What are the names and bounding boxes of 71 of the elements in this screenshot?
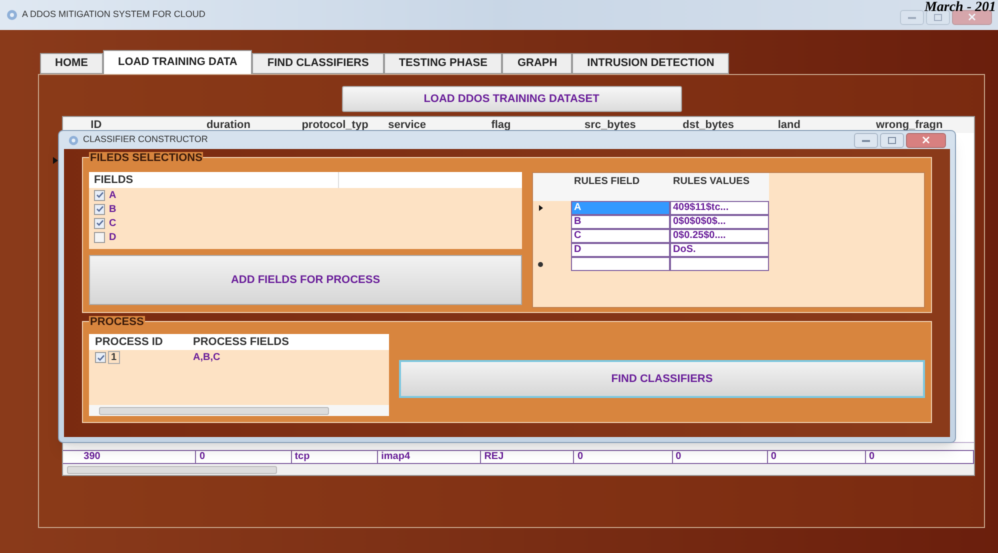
horizontal-scrollbar[interactable] xyxy=(63,464,974,475)
field-list-item[interactable]: B xyxy=(89,202,522,216)
tab[interactable]: INTRUSION DETECTION xyxy=(572,53,730,74)
table-cell[interactable] xyxy=(571,257,670,271)
checkbox[interactable] xyxy=(94,190,105,200)
check-icon xyxy=(96,354,104,362)
table-cell[interactable]: C xyxy=(571,229,670,243)
table-cell: 0$0.25$0.... xyxy=(670,229,769,243)
find-classifiers-button[interactable]: FIND CLASSIFIERS xyxy=(399,360,925,398)
field-list-item[interactable]: C xyxy=(89,216,522,230)
window-title: A DDOS MITIGATION SYSTEM FOR CLOUD xyxy=(22,8,206,22)
app-icon xyxy=(68,134,79,146)
column-header[interactable]: src_bytes xyxy=(574,117,673,133)
column-header[interactable]: wrong_fragn xyxy=(866,117,974,133)
add-fields-button[interactable]: ADD FIELDS FOR PROCESS xyxy=(89,255,522,305)
column-header[interactable]: PROCESS ID xyxy=(89,334,189,350)
field-list-item[interactable]: A xyxy=(89,188,522,202)
table-cell[interactable]: B xyxy=(571,215,670,229)
tab[interactable]: GRAPH xyxy=(502,53,572,74)
table-cell[interactable]: D xyxy=(571,243,670,257)
column-header[interactable]: duration xyxy=(196,117,292,133)
column-header[interactable]: dst_bytes xyxy=(672,117,768,133)
close-button[interactable] xyxy=(952,10,992,24)
group-title: FILEDS SELECTIONS xyxy=(89,152,204,164)
table-cell: 0 xyxy=(196,451,292,463)
current-row-icon xyxy=(539,205,543,211)
column-header[interactable]: service xyxy=(378,117,482,133)
field-list-item[interactable]: D xyxy=(89,230,522,244)
table-cell: 0 xyxy=(672,451,768,463)
tab[interactable]: TESTING PHASE xyxy=(384,53,502,74)
dialog-title: CLASSIFIER CONSTRUCTOR xyxy=(83,133,208,146)
load-dataset-button[interactable]: LOAD DDOS TRAINING DATASET xyxy=(342,86,682,112)
minimize-button[interactable] xyxy=(854,132,878,148)
checkbox[interactable] xyxy=(94,232,105,242)
table-cell[interactable] xyxy=(670,257,769,271)
table-cell: 0 xyxy=(866,451,974,463)
column-header[interactable]: RULES FIELD xyxy=(571,173,670,201)
column-header[interactable]: land xyxy=(768,117,866,133)
column-header[interactable]: ID xyxy=(80,117,196,133)
minimize-icon xyxy=(908,16,916,18)
table-cell: 0 xyxy=(768,451,866,463)
table-cell: 0 xyxy=(574,451,673,463)
table-cell: imap4 xyxy=(378,451,482,463)
maximize-icon xyxy=(888,136,896,144)
process-list-item[interactable]: 1 A,B,C xyxy=(89,350,389,365)
column-header[interactable]: PROCESS FIELDS xyxy=(189,334,339,350)
close-icon xyxy=(968,13,976,21)
checkbox[interactable] xyxy=(94,204,105,214)
table-cell: 409$11$tc... xyxy=(670,201,769,215)
minimize-icon xyxy=(862,138,870,142)
horizontal-scrollbar[interactable] xyxy=(89,405,389,416)
tab[interactable]: LOAD TRAINING DATA xyxy=(103,50,252,74)
tab[interactable]: FIND CLASSIFIERS xyxy=(252,53,384,74)
table-cell: 390 xyxy=(80,451,196,463)
checkbox[interactable] xyxy=(95,352,106,363)
maximize-icon xyxy=(934,14,942,20)
table-cell: 0$0$0$0$... xyxy=(670,215,769,229)
column-header[interactable]: RULES VALUES xyxy=(670,173,769,201)
column-header[interactable]: protocol_typ xyxy=(292,117,378,133)
table-cell: DoS. xyxy=(670,243,769,257)
new-row-icon xyxy=(538,262,543,266)
column-header[interactable]: flag xyxy=(481,117,574,133)
maximize-button[interactable] xyxy=(926,10,950,24)
app-icon xyxy=(6,9,18,21)
group-title: PROCESS xyxy=(89,316,145,328)
page-header-note: March - 201 xyxy=(924,0,996,15)
table-cell: tcp xyxy=(292,451,378,463)
tab[interactable]: HOME xyxy=(40,53,103,74)
checkbox[interactable] xyxy=(94,218,105,228)
close-icon xyxy=(922,136,930,144)
table-cell: REJ xyxy=(481,451,574,463)
